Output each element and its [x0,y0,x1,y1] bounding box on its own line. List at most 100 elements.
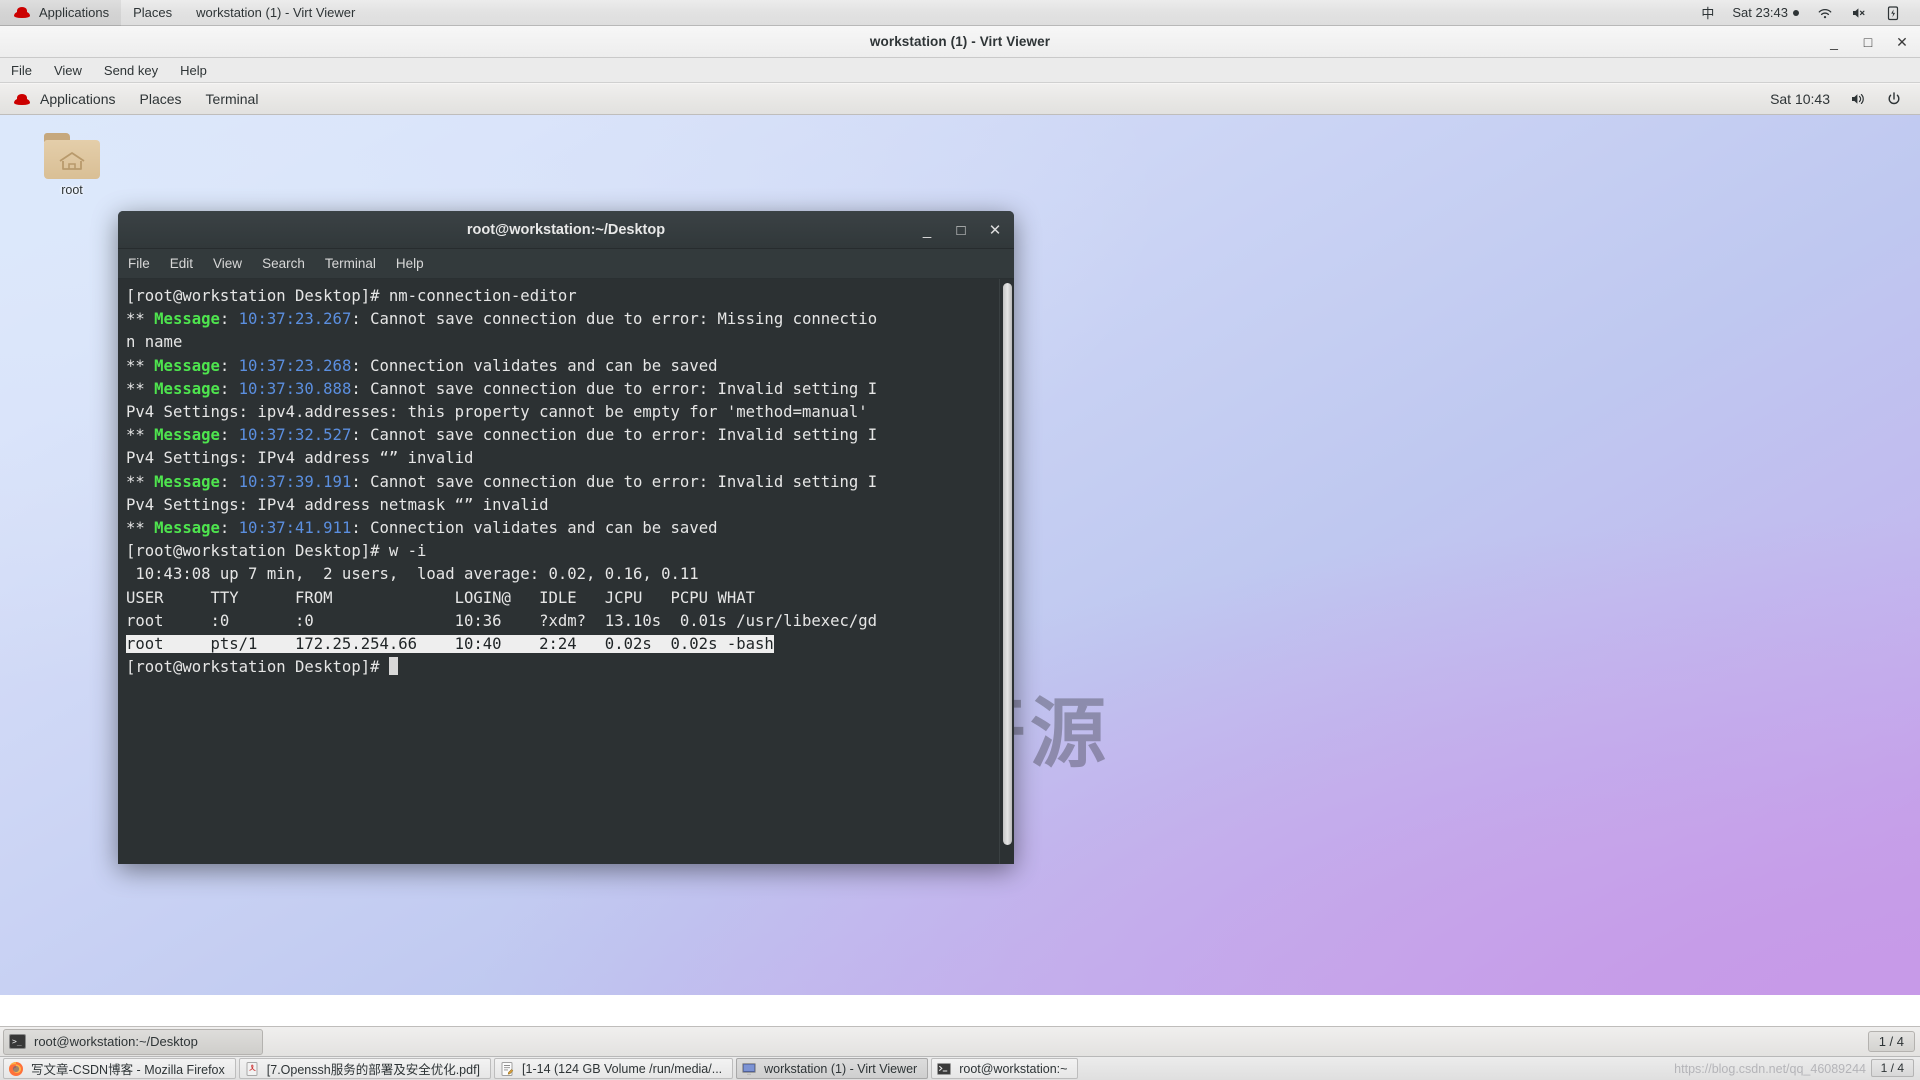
guest-volume-indicator[interactable] [1840,84,1876,115]
host-taskbar-item-firefox[interactable]: 写文章-CSDN博客 - Mozilla Firefox [3,1058,236,1079]
virt-viewer-minimize-button[interactable]: _ [1826,35,1842,49]
virt-viewer-window: workstation (1) - Virt Viewer _ □ ✕ File… [0,26,1920,1056]
host-taskbar-item-label: 写文章-CSDN博客 - Mozilla Firefox [31,1063,225,1077]
guest-power-indicator[interactable] [1876,84,1912,115]
virt-viewer-title: workstation (1) - Virt Viewer [869,34,1051,49]
firefox-icon [9,1061,23,1076]
terminal-line: [root@workstation Desktop]# nm-connectio… [126,287,577,305]
terminal-line: Pv4 Settings: IPv4 address “” invalid [126,449,474,468]
redhat-logo-icon [12,93,32,106]
vv-menu-help[interactable]: Help [169,58,218,83]
terminal-maximize-button[interactable]: □ [954,223,968,238]
guest-active-app-menu[interactable]: Terminal [194,84,271,115]
host-taskbar-item-virt-viewer[interactable]: workstation (1) - Virt Viewer [736,1058,929,1079]
virt-viewer-titlebar[interactable]: workstation (1) - Virt Viewer _ □ ✕ [0,26,1920,58]
host-applications-menu[interactable]: Applications [0,0,122,26]
host-active-window-menu[interactable]: workstation (1) - Virt Viewer [184,0,367,26]
host-taskbar-item-label: workstation (1) - Virt Viewer [764,1061,918,1076]
terminal-icon [937,1062,952,1075]
host-taskbar-item-terminal[interactable]: root@workstation:~ [931,1058,1079,1079]
guest-clock[interactable]: Sat 10:43 [1760,84,1840,115]
terminal-line: root :0 :0 10:36 ?xdm? 13.10s 0.01s /usr… [126,611,878,630]
terminal-message-tag: Message [154,379,220,398]
host-taskbar-item-label: root@workstation:~ [959,1061,1068,1076]
terminal-message-time: 10:37:30.888 [238,379,352,398]
terminal-line: ** Message: 10:37:30.888: Cannot save co… [126,379,878,398]
terminal-close-button[interactable]: ✕ [988,223,1002,238]
vv-menu-send-key[interactable]: Send key [93,58,169,83]
wifi-indicator[interactable] [1808,0,1842,26]
terminal-minimize-button[interactable]: _ [920,223,934,238]
battery-charging-icon [1887,5,1899,20]
volume-muted-icon [1853,7,1865,18]
host-places-label: Places [133,5,173,20]
vv-menu-file[interactable]: File [0,58,43,83]
host-places-menu[interactable]: Places [121,0,184,26]
input-method-label: 中 [1701,6,1715,21]
display-icon [742,1062,757,1075]
terminal-output[interactable]: [root@workstation Desktop]# nm-connectio… [118,279,999,864]
guest-status-area: Sat 10:43 [1760,84,1920,115]
guest-taskbar-window-button[interactable]: root@workstation:~/Desktop [3,1028,263,1055]
terminal-icon [9,1034,26,1049]
terminal-message-tag: Message [154,356,220,375]
home-glyph-icon [59,152,85,170]
terminal-line: ** Message: 10:37:23.268: Connection val… [126,356,718,375]
terminal-line: root pts/1 172.25.254.66 10:40 2:24 0.02… [126,633,995,656]
wifi-icon [1818,8,1832,18]
notification-dot-icon [1793,9,1799,16]
host-top-panel: Applications Places workstation (1) - Vi… [0,0,1920,26]
host-clock[interactable]: Sat 23:43 [1723,0,1808,26]
volume-indicator[interactable] [1842,0,1876,26]
input-method-indicator[interactable]: 中 [1692,0,1723,26]
terminal-menu-edit[interactable]: Edit [160,249,203,279]
terminal-title: root@workstation:~/Desktop [466,221,666,238]
host-status-area: 中 Sat 23:43 [1692,0,1920,26]
terminal-message-time: 10:37:32.527 [238,426,352,445]
terminal-line: ** Message: 10:37:39.191: Cannot save co… [126,472,878,491]
terminal-message-time: 10:37:23.268 [238,356,352,375]
terminal-menu-view[interactable]: View [203,249,252,279]
terminal-line: Pv4 Settings: ipv4.addresses: this prope… [126,403,868,422]
host-clock-label: Sat 23:43 [1732,5,1788,20]
guest-workspace-switcher[interactable]: 1 / 4 [1867,1031,1915,1052]
terminal-menu-help[interactable]: Help [386,249,434,279]
terminal-selected-text: root pts/1 172.25.254.66 10:40 2:24 0.02… [126,635,774,654]
terminal-window-controls: _ □ ✕ [920,211,1002,249]
guest-applications-menu[interactable]: Applications [0,84,128,115]
battery-indicator[interactable] [1876,0,1910,26]
pdf-icon [246,1061,258,1076]
terminal-line: 10:43:08 up 7 min, 2 users, load average… [126,565,699,584]
host-workspace-switcher[interactable]: 1 / 4 [1870,1059,1914,1077]
terminal-scrollbar[interactable] [999,279,1014,864]
terminal-menu-file[interactable]: File [118,249,160,279]
terminal-menu-terminal[interactable]: Terminal [315,249,386,279]
desktop-icon-root-home[interactable]: root [33,133,111,197]
host-taskbar-item-label: [7.Openssh服务的部署及安全优化.pdf] [266,1063,481,1077]
host-taskbar-item-document[interactable]: [1-14 (124 GB Volume /run/media/... [494,1058,734,1079]
terminal-titlebar[interactable]: root@workstation:~/Desktop _ □ ✕ [118,211,1014,249]
terminal-message-tag: Message [154,426,220,445]
virt-viewer-menubar: File View Send key Help [0,58,1920,83]
terminal-line: ** Message: 10:37:23.267: Cannot save co… [126,310,878,329]
host-taskbar-item-pdf[interactable]: [7.Openssh服务的部署及安全优化.pdf] [238,1058,492,1079]
terminal-message-tag: Message [154,519,220,538]
terminal-cursor [388,657,398,676]
guest-taskbar-window-label: root@workstation:~/Desktop [34,1034,198,1049]
virt-viewer-maximize-button[interactable]: □ [1860,35,1876,49]
terminal-menu-search[interactable]: Search [252,249,315,279]
terminal-window: root@workstation:~/Desktop _ □ ✕ File Ed… [118,211,1014,864]
terminal-scrollbar-thumb[interactable] [1003,283,1012,845]
terminal-line: ** Message: 10:37:32.527: Cannot save co… [126,426,878,445]
guest-vm-screen: Applications Places Terminal Sat 10:43 r… [0,84,1920,1056]
guest-active-app-label: Terminal [205,91,259,107]
guest-applications-label: Applications [40,91,116,107]
vv-menu-view[interactable]: View [43,58,93,83]
guest-taskbar: root@workstation:~/Desktop 1 / 4 [0,1026,1920,1056]
guest-places-menu[interactable]: Places [128,84,194,115]
terminal-menubar: File Edit View Search Terminal Help [118,249,1014,279]
virt-viewer-close-button[interactable]: ✕ [1894,35,1910,49]
desktop-icon-label: root [61,183,83,197]
terminal-message-time: 10:37:39.191 [238,472,352,491]
host-applications-label: Applications [39,5,110,20]
